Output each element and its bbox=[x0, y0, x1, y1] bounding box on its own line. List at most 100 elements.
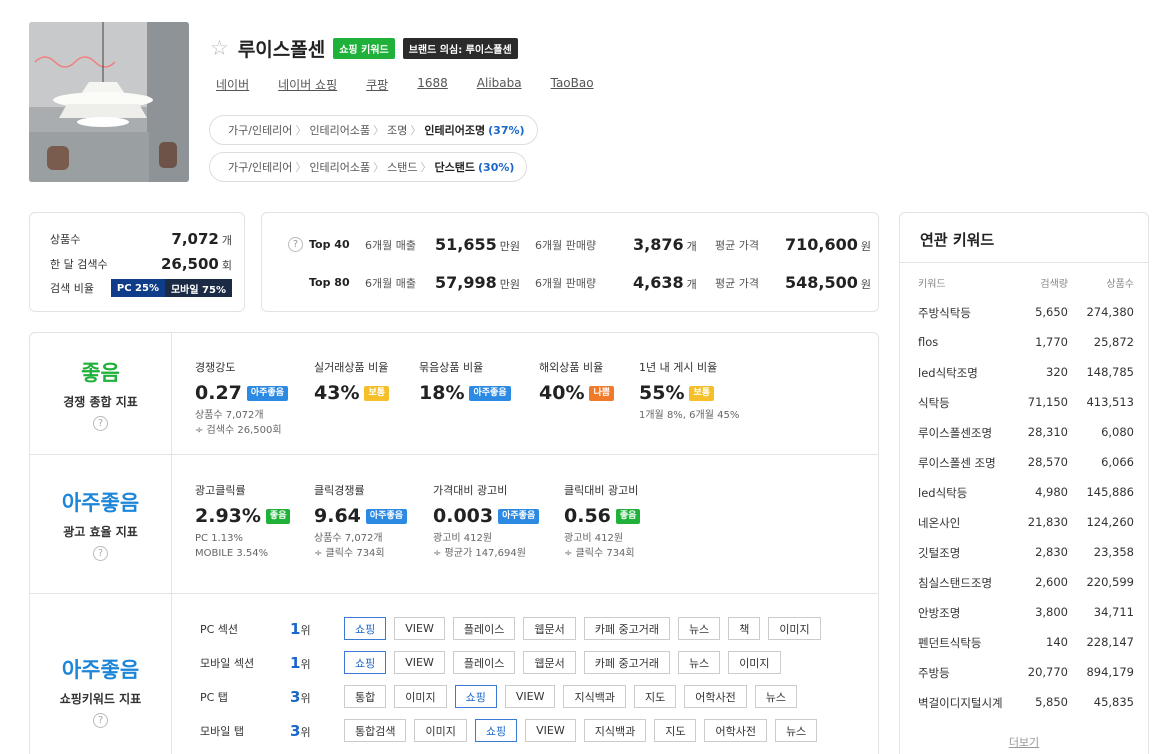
chip-shopping[interactable]: 쇼핑 bbox=[344, 617, 387, 640]
link-taobao[interactable]: TaoBao bbox=[551, 76, 594, 93]
category-pill[interactable]: 가구/인테리어 〉 인테리어소품 〉 조명 〉 인테리어조명 (37%) bbox=[209, 115, 538, 145]
related-keyword: led식탁조명 bbox=[918, 366, 978, 380]
chip-place[interactable]: 플레이스 bbox=[452, 651, 516, 674]
related-keywords-title: 연관 키워드 bbox=[920, 231, 995, 249]
related-keyword-row[interactable]: 루이스폴센 조명 28,570 6,066 bbox=[918, 455, 1134, 471]
competition-grade: 좋음 bbox=[81, 360, 120, 385]
related-product-count: 6,080 bbox=[1101, 425, 1134, 439]
related-search-volume: 2,830 bbox=[1035, 545, 1068, 559]
metric-recent-post-ratio: 1년 내 게시 비율 55% 보통 1개월 8%, 6개월 45% bbox=[639, 361, 740, 421]
product-thumbnail bbox=[29, 22, 189, 182]
chip-cafe[interactable]: 카페 중고거래 bbox=[583, 617, 670, 640]
related-keyword-row[interactable]: led식탁조명 320 148,785 bbox=[918, 365, 1134, 381]
related-search-volume: 21,830 bbox=[1027, 515, 1068, 529]
related-keyword: 네온사인 bbox=[918, 516, 961, 530]
shopping-keyword-badge: 쇼핑 키워드 bbox=[333, 37, 395, 59]
related-keyword-row[interactable]: 식탁등 71,150 413,513 bbox=[918, 395, 1134, 411]
category-pill[interactable]: 가구/인테리어 〉 인테리어소품 〉 스탠드 〉 단스탠드 (30%) bbox=[209, 152, 528, 182]
related-keywords-header: 키워드 검색량 상품수 bbox=[918, 279, 1134, 290]
help-icon[interactable]: ? bbox=[288, 237, 303, 252]
related-keyword-row[interactable]: 네온사인 21,830 124,260 bbox=[918, 515, 1134, 531]
help-icon[interactable]: ? bbox=[93, 415, 108, 431]
related-keyword: flos bbox=[918, 335, 939, 349]
external-links: 네이버 네이버 쇼핑 쿠팡 1688 Alibaba TaoBao bbox=[216, 76, 623, 93]
related-keyword: 주방식탁등 bbox=[918, 306, 971, 320]
metric-competition-intensity: 경쟁강도 0.27 아주좋음 상품수 7,072개 ÷ 검색수 26,500회 bbox=[195, 359, 289, 438]
chip-view[interactable]: VIEW bbox=[504, 685, 556, 708]
more-link[interactable]: 더보기 bbox=[900, 734, 1148, 750]
link-alibaba[interactable]: Alibaba bbox=[477, 76, 522, 93]
shopping-grade-cell: 아주좋음 쇼핑키워드 지표 ? bbox=[30, 594, 172, 754]
related-keyword-row[interactable]: 주방식탁등 5,650 274,380 bbox=[918, 305, 1134, 321]
link-naver[interactable]: 네이버 bbox=[216, 76, 249, 93]
chip-news[interactable]: 뉴스 bbox=[774, 719, 818, 742]
chip-cafe[interactable]: 카페 중고거래 bbox=[583, 651, 670, 674]
chip-news[interactable]: 뉴스 bbox=[677, 651, 721, 674]
chip-place[interactable]: 플레이스 bbox=[452, 617, 516, 640]
chip-web[interactable]: 웹문서 bbox=[523, 651, 576, 674]
chip-view[interactable]: VIEW bbox=[525, 719, 576, 742]
link-coupang[interactable]: 쿠팡 bbox=[366, 76, 388, 93]
pc-ratio: PC 25% bbox=[110, 279, 165, 297]
chip-shopping[interactable]: 쇼핑 bbox=[344, 651, 387, 674]
chip-integrated[interactable]: 통합 bbox=[344, 685, 387, 708]
favorite-star-icon[interactable]: ☆ bbox=[210, 38, 229, 59]
chip-news[interactable]: 뉴스 bbox=[754, 685, 797, 708]
top80-row: Top 80 6개월 매출 57,998 만원 6개월 판매량 4,638 개 평균… bbox=[309, 273, 871, 292]
status-badge: 아주좋음 bbox=[469, 385, 511, 401]
status-badge: 보통 bbox=[689, 385, 715, 401]
related-search-volume: 4,980 bbox=[1035, 485, 1068, 499]
related-search-volume: 320 bbox=[1046, 365, 1068, 379]
help-icon[interactable]: ? bbox=[93, 546, 108, 561]
related-keyword-row[interactable]: 벽걸이디지털시계 5,850 45,835 bbox=[918, 695, 1134, 711]
product-count-row: 상품수 7,072 개 bbox=[50, 230, 232, 248]
chip-view[interactable]: VIEW bbox=[394, 617, 445, 640]
chip-map[interactable]: 지도 bbox=[633, 685, 677, 708]
mobile-ratio: 모바일 75% bbox=[164, 279, 232, 297]
chip-image[interactable]: 이미지 bbox=[768, 617, 821, 640]
related-keyword-row[interactable]: 침실스탠드조명 2,600 220,599 bbox=[918, 575, 1134, 591]
chip-encyclopedia[interactable]: 지식백과 bbox=[563, 685, 626, 708]
chip-image[interactable]: 이미지 bbox=[394, 685, 447, 708]
metric-ad-cost-per-price: 가격대비 광고비 0.003 아주좋음 광고비 412원 ÷ 평균가 147,694… bbox=[433, 482, 540, 561]
chip-dictionary[interactable]: 어학사전 bbox=[684, 685, 747, 708]
related-keyword-row[interactable]: 깃털조명 2,830 23,358 bbox=[918, 545, 1134, 561]
chip-image[interactable]: 이미지 bbox=[728, 651, 781, 674]
related-search-volume: 28,570 bbox=[1027, 455, 1068, 469]
chip-view[interactable]: VIEW bbox=[394, 651, 445, 674]
chip-dictionary[interactable]: 어학사전 bbox=[704, 719, 767, 742]
related-search-volume: 3,800 bbox=[1035, 605, 1068, 619]
link-naver-shopping[interactable]: 네이버 쇼핑 bbox=[278, 76, 337, 93]
summary-stats-box: 상품수 7,072 개 한 달 검색수 26,500 회 검색 비율 PC 25% … bbox=[29, 212, 245, 312]
related-keyword-row[interactable]: flos 1,770 25,872 bbox=[918, 335, 1134, 349]
chip-news[interactable]: 뉴스 bbox=[677, 617, 721, 640]
chip-map[interactable]: 지도 bbox=[654, 719, 697, 742]
chip-encyclopedia[interactable]: 지식백과 bbox=[583, 719, 647, 742]
related-keyword-row[interactable]: 안방조명 3,800 34,711 bbox=[918, 605, 1134, 621]
chip-image[interactable]: 이미지 bbox=[414, 719, 467, 742]
chip-book[interactable]: 책 bbox=[728, 617, 761, 640]
related-search-volume: 5,850 bbox=[1035, 695, 1068, 709]
divider bbox=[900, 262, 1148, 263]
chip-web[interactable]: 웹문서 bbox=[523, 617, 576, 640]
help-icon[interactable]: ? bbox=[93, 713, 108, 728]
related-keyword-row[interactable]: 펜던트식탁등 140 228,147 bbox=[918, 635, 1134, 651]
related-product-count: 220,599 bbox=[1086, 575, 1134, 589]
monthly-search-value: 26,500 bbox=[160, 255, 219, 273]
ad-grade-cell: 아주좋음 광고 효율 지표 ? bbox=[30, 455, 172, 593]
chip-shopping[interactable]: 쇼핑 bbox=[474, 719, 518, 742]
mobile-section-row: 모바일 섹션 1위 쇼핑 VIEW 플레이스 웹문서 카페 중고거래 뉴스 이미… bbox=[200, 651, 789, 674]
related-keyword-row[interactable]: 주방등 20,770 894,179 bbox=[918, 665, 1134, 681]
status-badge: 나쁨 bbox=[589, 385, 615, 401]
related-product-count: 6,066 bbox=[1101, 455, 1134, 469]
related-keyword-row[interactable]: led식탁등 4,980 145,886 bbox=[918, 485, 1134, 501]
related-keyword-row[interactable]: 루이스폴센조명 28,310 6,080 bbox=[918, 425, 1134, 441]
search-ratio-row: 검색 비율 PC 25% 모바일 75% bbox=[50, 279, 232, 297]
related-keyword: 주방등 bbox=[918, 666, 950, 680]
top40-row: ? Top 40 6개월 매출 51,655 만원 6개월 판매량 3,876 개 … bbox=[288, 235, 871, 254]
chip-shopping[interactable]: 쇼핑 bbox=[454, 685, 497, 708]
link-1688[interactable]: 1688 bbox=[417, 76, 448, 93]
mobile-tab-row: 모바일 탭 3위 통합검색 이미지 쇼핑 VIEW 지식백과 지도 어학사전 뉴… bbox=[200, 719, 825, 742]
related-keywords-panel: 연관 키워드 키워드 검색량 상품수 주방식탁등 5,650 274,380 flos… bbox=[899, 212, 1149, 754]
chip-integrated[interactable]: 통합검색 bbox=[344, 719, 407, 742]
